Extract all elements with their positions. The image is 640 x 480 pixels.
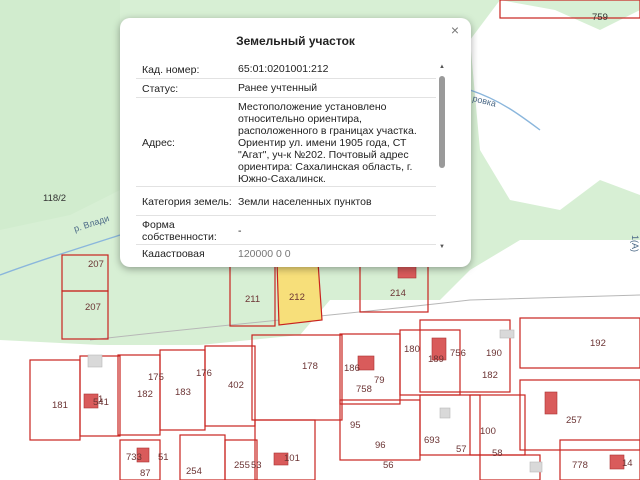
svg-text:51: 51 [158,452,169,463]
info-row: Адрес: Местоположение установлено относи… [136,98,436,187]
close-icon[interactable]: × [447,22,463,38]
svg-text:118/2: 118/2 [43,193,66,204]
svg-text:211: 211 [245,294,260,305]
row-value: 65:01:0201001:212 [238,63,329,75]
svg-text:58: 58 [492,448,503,459]
svg-text:181: 181 [52,400,68,411]
row-label: Категория земель: [142,195,232,208]
svg-text:190: 190 [486,348,502,359]
svg-text:101: 101 [284,453,300,464]
svg-text:1: 1 [98,394,103,405]
row-value: - [238,224,242,237]
popup-scrollbar[interactable]: ▲ ▼ [439,64,445,250]
scroll-thumb[interactable] [439,76,445,168]
svg-text:79: 79 [374,375,385,386]
svg-text:693: 693 [424,435,440,446]
svg-text:1(А): 1(А) [630,235,640,252]
row-value: Местоположение установлено относительно … [238,101,417,185]
svg-text:756: 756 [450,348,466,359]
svg-text:778: 778 [572,460,588,471]
svg-text:57: 57 [456,444,467,455]
svg-text:255: 255 [234,460,250,471]
svg-text:212: 212 [289,292,305,303]
scroll-up-icon[interactable]: ▲ [439,64,445,70]
row-label: Адрес: [142,136,175,149]
popup-title: Земельный участок [236,34,355,48]
svg-text:182: 182 [482,370,498,381]
svg-text:95: 95 [350,420,361,431]
row-value: Ранее учтенный [238,82,318,94]
svg-text:759: 759 [592,12,608,23]
svg-text:14: 14 [622,458,633,469]
svg-text:402: 402 [228,380,244,391]
row-value: Земли населенных пунктов [238,195,372,208]
svg-text:207: 207 [88,259,104,270]
svg-text:257: 257 [566,415,582,426]
info-row: Кад. номер: 65:01:0201001:212 [136,60,436,79]
svg-text:207: 207 [85,302,101,313]
svg-text:87: 87 [140,468,151,479]
svg-text:100: 100 [480,426,496,437]
row-label: Кадастровая [142,248,205,257]
popup-body: Кад. номер: 65:01:0201001:212 Статус: Ра… [136,60,436,257]
scroll-down-icon[interactable]: ▼ [439,244,445,250]
svg-text:53: 53 [251,460,262,471]
parcel-info-popup: Земельный участок × Кад. номер: 65:01:02… [120,18,471,267]
svg-text:176: 176 [196,368,212,379]
info-row: Форма собственности: - [136,216,436,245]
svg-text:214: 214 [390,288,406,299]
svg-text:758: 758 [356,384,372,395]
info-row: Категория земель: Земли населенных пункт… [136,187,436,216]
svg-text:183: 183 [175,387,191,398]
svg-text:180: 180 [404,344,420,355]
row-label: Статус: [142,82,179,95]
svg-text:189: 189 [428,354,444,365]
row-label: Форма собственности: [142,218,217,243]
svg-text:56: 56 [383,460,394,471]
svg-text:186: 186 [344,363,360,374]
row-label: Кад. номер: [142,63,200,76]
svg-text:175: 175 [148,372,164,383]
svg-text:96: 96 [375,440,386,451]
svg-text:182: 182 [137,389,153,400]
svg-text:254: 254 [186,466,202,477]
svg-text:192: 192 [590,338,606,349]
row-value: 120000 0 0 [238,248,291,257]
svg-text:733: 733 [126,452,142,463]
svg-text:178: 178 [302,361,318,372]
info-row: Кадастровая 120000 0 0 [136,245,436,257]
info-row: Статус: Ранее учтенный [136,79,436,98]
